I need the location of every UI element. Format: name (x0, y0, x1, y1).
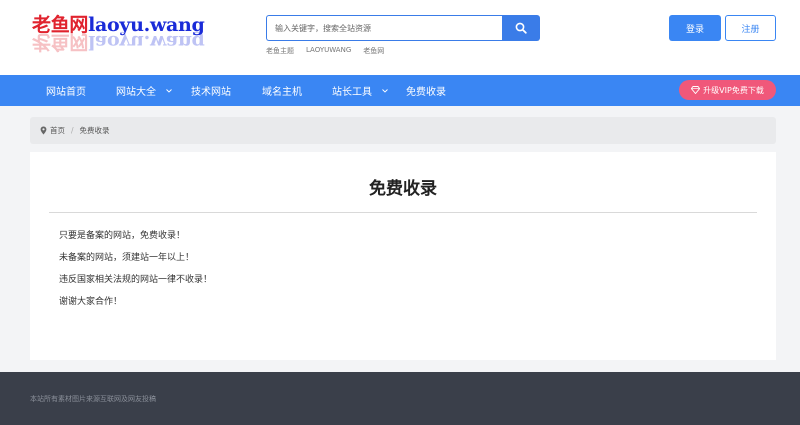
title-divider (49, 212, 757, 213)
site-logo[interactable]: 老鱼网laoyu.wang 老鱼网laoyu.wang (32, 10, 205, 55)
location-pin-icon (40, 126, 47, 135)
nav-item-label: 网站大全 (116, 87, 156, 98)
chevron-down-icon (382, 88, 388, 93)
breadcrumb-separator: / (71, 126, 74, 135)
nav-item-domain-hosting[interactable]: 域名主机 (262, 75, 302, 106)
nav-item-label: 免费收录 (406, 87, 446, 98)
hot-word[interactable]: 老鱼网 (363, 46, 384, 56)
nav-item-free-listing[interactable]: 免费收录 (406, 75, 446, 106)
chevron-down-icon (166, 88, 172, 93)
breadcrumb-current: 免费收录 (79, 126, 110, 135)
breadcrumb: 首页 / 免费收录 (30, 117, 776, 144)
search-icon (515, 22, 527, 34)
hot-word[interactable]: LAOYUWANG (306, 46, 351, 56)
logo-reflection: 老鱼网laoyu.wang (32, 31, 205, 53)
vip-upgrade-button[interactable]: 升级VIP免费下载 (679, 80, 776, 100)
search-button[interactable] (502, 15, 540, 41)
search-input[interactable] (267, 16, 502, 41)
content-card: 免费收录 只要是备案的网站，免费收录！ 未备案的网站，须建站一年以上！ 违反国家… (30, 152, 776, 360)
page-title: 免费收录 (369, 179, 437, 199)
vip-upgrade-label: 升级VIP免费下载 (703, 85, 764, 95)
content-paragraph: 违反国家相关法规的网站一律不收录！ (59, 275, 213, 285)
hot-search-words: 老鱼主题 LAOYUWANG 老鱼网 (266, 46, 384, 56)
nav-item-tech-sites[interactable]: 技术网站 (191, 75, 231, 106)
search-box (266, 15, 502, 41)
login-button[interactable]: 登录 (669, 15, 721, 41)
nav-item-label: 站长工具 (332, 87, 372, 98)
nav-item-label: 网站首页 (46, 87, 86, 98)
nav-item-home[interactable]: 网站首页 (46, 75, 86, 106)
hot-word[interactable]: 老鱼主题 (266, 46, 294, 56)
site-footer: 本站所有素材图片来源互联网及网友投稿 (0, 372, 800, 425)
breadcrumb-home-link[interactable]: 首页 (50, 125, 65, 136)
footer-copyright: 本站所有素材图片来源互联网及网友投稿 (30, 395, 156, 403)
register-button[interactable]: 注册 (725, 15, 776, 41)
content-paragraph: 未备案的网站，须建站一年以上！ (59, 253, 195, 263)
nav-item-label: 技术网站 (191, 87, 231, 98)
nav-item-webmaster-tools[interactable]: 站长工具 (332, 75, 389, 106)
content-paragraph: 只要是备案的网站，免费收录！ (59, 231, 186, 241)
diamond-icon (691, 86, 701, 94)
content-paragraph: 谢谢大家合作！ (59, 297, 123, 307)
nav-item-label: 域名主机 (262, 87, 302, 98)
site-header: 老鱼网laoyu.wang 老鱼网laoyu.wang 老鱼主题 LAOYUWA… (0, 0, 800, 75)
nav-item-site-directory[interactable]: 网站大全 (116, 75, 173, 106)
